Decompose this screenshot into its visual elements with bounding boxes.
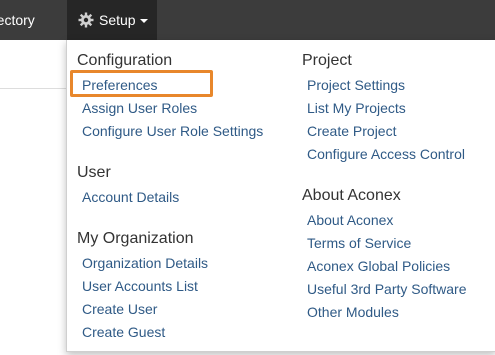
menu-item-about-aconex[interactable]: About Aconex [307, 212, 393, 228]
nav-setup[interactable]: Setup [67, 0, 157, 40]
setup-dropdown-menu: Configuration Preferences Assign User Ro… [66, 40, 495, 352]
nav-setup-label: Setup [99, 12, 136, 28]
heading-about-aconex: About Aconex [302, 187, 401, 204]
menu-item-user-accounts-list[interactable]: User Accounts List [82, 278, 198, 294]
menu-item-configure-access-control[interactable]: Configure Access Control [307, 146, 465, 162]
gear-icon [78, 12, 94, 28]
chevron-down-icon [139, 19, 148, 23]
menu-item-create-project[interactable]: Create Project [307, 123, 396, 139]
heading-my-organization: My Organization [77, 230, 194, 247]
menu-item-create-user[interactable]: Create User [82, 301, 157, 317]
page: rectory Setup [0, 0, 495, 355]
nav-directory[interactable]: rectory [0, 0, 35, 40]
menu-item-list-my-projects[interactable]: List My Projects [307, 100, 406, 116]
heading-project: Project [302, 52, 352, 69]
menu-item-assign-user-roles[interactable]: Assign User Roles [82, 100, 197, 116]
menu-item-account-details[interactable]: Account Details [82, 189, 179, 205]
nav-directory-label: rectory [0, 12, 35, 28]
menu-item-useful-3rd-party-software[interactable]: Useful 3rd Party Software [307, 281, 467, 297]
menu-item-other-modules[interactable]: Other Modules [307, 304, 399, 320]
heading-user: User [77, 164, 111, 181]
menu-item-configure-user-role-settings[interactable]: Configure User Role Settings [82, 123, 263, 139]
top-navbar: rectory Setup [0, 0, 495, 40]
heading-configuration: Configuration [77, 52, 173, 69]
menu-item-preferences[interactable]: Preferences [82, 77, 157, 93]
menu-item-project-settings[interactable]: Project Settings [307, 77, 405, 93]
divider [0, 88, 70, 89]
menu-item-create-guest[interactable]: Create Guest [82, 324, 165, 340]
menu-item-organization-details[interactable]: Organization Details [82, 255, 208, 271]
menu-item-aconex-global-policies[interactable]: Aconex Global Policies [307, 258, 450, 274]
menu-item-terms-of-service[interactable]: Terms of Service [307, 235, 411, 251]
